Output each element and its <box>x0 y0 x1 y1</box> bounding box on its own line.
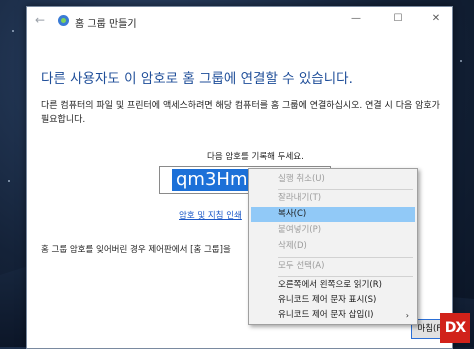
minimize-button[interactable]: — <box>345 11 367 27</box>
title-bar: ← 홈 그룹 만들기 — ☐ ✕ <box>27 7 452 35</box>
menu-item-cut[interactable]: 잘라내기(T) <box>251 191 415 206</box>
menu-item-show-unicode[interactable]: 유니코드 제어 문자 표시(S) <box>251 293 415 308</box>
print-password-link[interactable]: 암호 및 지침 인쇄 <box>179 209 242 221</box>
menu-item-delete[interactable]: 삭제(D) <box>251 239 415 254</box>
back-arrow-icon[interactable]: ← <box>35 13 49 27</box>
maximize-button[interactable]: ☐ <box>387 11 409 27</box>
menu-item-paste[interactable]: 붙여넣기(P) <box>251 223 415 238</box>
menu-item-rtl-reading[interactable]: 오른쪽에서 왼쪽으로 읽기(R) <box>251 278 415 293</box>
star <box>12 30 14 32</box>
window-title: 홈 그룹 만들기 <box>75 19 137 30</box>
submenu-arrow-icon: › <box>405 311 409 320</box>
menu-item-undo[interactable]: 실행 취소(U) <box>251 172 415 187</box>
homegroup-icon <box>58 15 69 26</box>
menu-item-insert-unicode[interactable]: 유니코드 제어 문자 삽입(I) › <box>251 308 415 323</box>
close-button[interactable]: ✕ <box>425 11 447 27</box>
page-heading: 다른 사용자도 이 암호로 홈 그룹에 연결할 수 있습니다. <box>41 71 353 87</box>
forgot-password-text: 홈 그룹 암호를 잊어버린 경우 제어판에서 [홈 그룹]을 <box>41 245 231 255</box>
menu-separator <box>278 276 413 277</box>
password-prompt: 다음 암호를 기록해 두세요. <box>207 152 304 162</box>
star <box>460 60 462 62</box>
menu-separator <box>278 257 413 258</box>
context-menu: 실행 취소(U) 잘라내기(T) 복사(C) 붙여넣기(P) 삭제(D) 모두 … <box>248 168 418 325</box>
star <box>8 180 10 182</box>
menu-separator <box>278 189 413 190</box>
menu-item-select-all[interactable]: 모두 선택(A) <box>251 259 415 274</box>
watermark-logo: DX <box>440 313 470 343</box>
description-text: 다른 컴퓨터의 파일 및 프린터에 액세스하려면 해당 컴퓨터를 홈 그룹에 연… <box>41 101 440 125</box>
menu-item-copy[interactable]: 복사(C) <box>251 207 415 222</box>
